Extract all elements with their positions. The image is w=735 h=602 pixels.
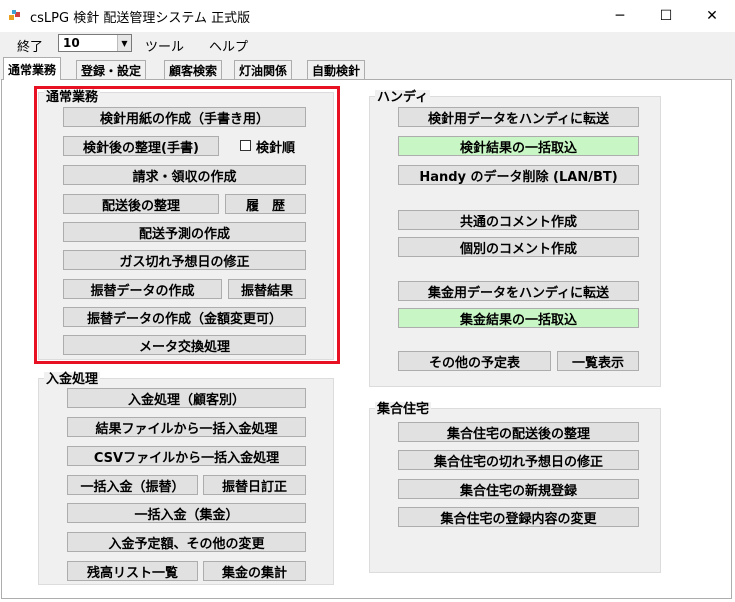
- apartment-change-register-button[interactable]: 集合住宅の登録内容の変更: [398, 507, 639, 527]
- transfer-result-button[interactable]: 振替結果: [228, 279, 306, 299]
- apartment-after-delivery-button[interactable]: 集合住宅の配送後の整理: [398, 422, 639, 442]
- import-meter-result-button[interactable]: 検針結果の一括取込: [398, 136, 639, 156]
- meter-exchange-button[interactable]: メータ交換処理: [63, 335, 306, 355]
- other-schedule-button[interactable]: その他の予定表: [398, 351, 551, 371]
- tab-normal[interactable]: 通常業務: [3, 57, 62, 80]
- result-file-deposit-button[interactable]: 結果ファイルから一括入金処理: [67, 417, 306, 437]
- delete-handy-data-button[interactable]: Handy のデータ削除 (LAN/BT): [398, 165, 639, 185]
- minimize-button[interactable]: ─: [597, 0, 643, 32]
- menu-exit[interactable]: 終了: [17, 36, 43, 55]
- gasout-fix-button[interactable]: ガス切れ予想日の修正: [63, 250, 306, 270]
- bulk-collection-button[interactable]: 一括入金（集金）: [67, 503, 306, 523]
- after-delivery-button[interactable]: 配送後の整理: [63, 194, 219, 214]
- apartment-new-register-button[interactable]: 集合住宅の新規登録: [398, 479, 639, 499]
- meter-order-checkbox[interactable]: [240, 140, 251, 151]
- after-meter-hand-button[interactable]: 検針後の整理(手書): [63, 136, 219, 156]
- normal-panel-title: 通常業務: [44, 90, 101, 105]
- history-button[interactable]: 履 歴: [225, 194, 306, 214]
- send-collection-data-button[interactable]: 集金用データをハンディに転送: [398, 281, 639, 301]
- meter-order-label[interactable]: 検針順: [256, 137, 295, 156]
- handy-panel-title: ハンディ: [375, 90, 431, 105]
- apartment-panel-title: 集合住宅: [375, 402, 432, 417]
- deposit-panel-title: 入金処理: [44, 372, 101, 387]
- common-comment-button[interactable]: 共通のコメント作成: [398, 210, 639, 230]
- tab-kerosene[interactable]: 灯油関係: [234, 60, 293, 80]
- billing-button[interactable]: 請求・領収の作成: [63, 165, 306, 185]
- combo-value: 10: [63, 36, 80, 50]
- count-combobox[interactable]: 10 ▼: [58, 34, 132, 52]
- form-hand-button[interactable]: 検針用紙の作成（手書き用）: [63, 107, 306, 127]
- transfer-date-fix-button[interactable]: 振替日訂正: [203, 475, 306, 495]
- transfer-data-button[interactable]: 振替データの作成: [63, 279, 222, 299]
- tab-auto-meter[interactable]: 自動検針: [307, 60, 366, 80]
- transfer-amount-button[interactable]: 振替データの作成（金額変更可）: [63, 307, 306, 327]
- bulk-transfer-button[interactable]: 一括入金（振替）: [67, 475, 198, 495]
- close-button[interactable]: ✕: [689, 0, 735, 32]
- apartment-gasout-fix-button[interactable]: 集合住宅の切れ予想日の修正: [398, 450, 639, 470]
- collection-total-button[interactable]: 集金の集計: [203, 561, 306, 581]
- list-view-button[interactable]: 一覧表示: [557, 351, 639, 371]
- menu-help[interactable]: ヘルプ: [209, 36, 248, 55]
- menu-tools[interactable]: ツール: [145, 36, 184, 55]
- app-icon: [9, 10, 20, 20]
- window-title: csLPG 検針 配送管理システム 正式版: [30, 11, 251, 26]
- chevron-down-icon[interactable]: ▼: [117, 35, 131, 51]
- send-meter-data-button[interactable]: 検針用データをハンディに転送: [398, 107, 639, 127]
- delivery-forecast-button[interactable]: 配送予測の作成: [63, 222, 306, 242]
- balance-list-button[interactable]: 残高リスト一覧: [67, 561, 198, 581]
- maximize-button[interactable]: ☐: [643, 0, 689, 32]
- individual-comment-button[interactable]: 個別のコメント作成: [398, 237, 639, 257]
- tab-register-settings[interactable]: 登録・設定: [76, 60, 147, 80]
- import-collection-result-button[interactable]: 集金結果の一括取込: [398, 308, 639, 328]
- schedule-change-button[interactable]: 入金予定額、その他の変更: [67, 532, 306, 552]
- deposit-customer-button[interactable]: 入金処理（顧客別）: [67, 388, 306, 408]
- tab-customer-search[interactable]: 顧客検索: [164, 60, 223, 80]
- csv-file-deposit-button[interactable]: CSVファイルから一括入金処理: [67, 446, 306, 466]
